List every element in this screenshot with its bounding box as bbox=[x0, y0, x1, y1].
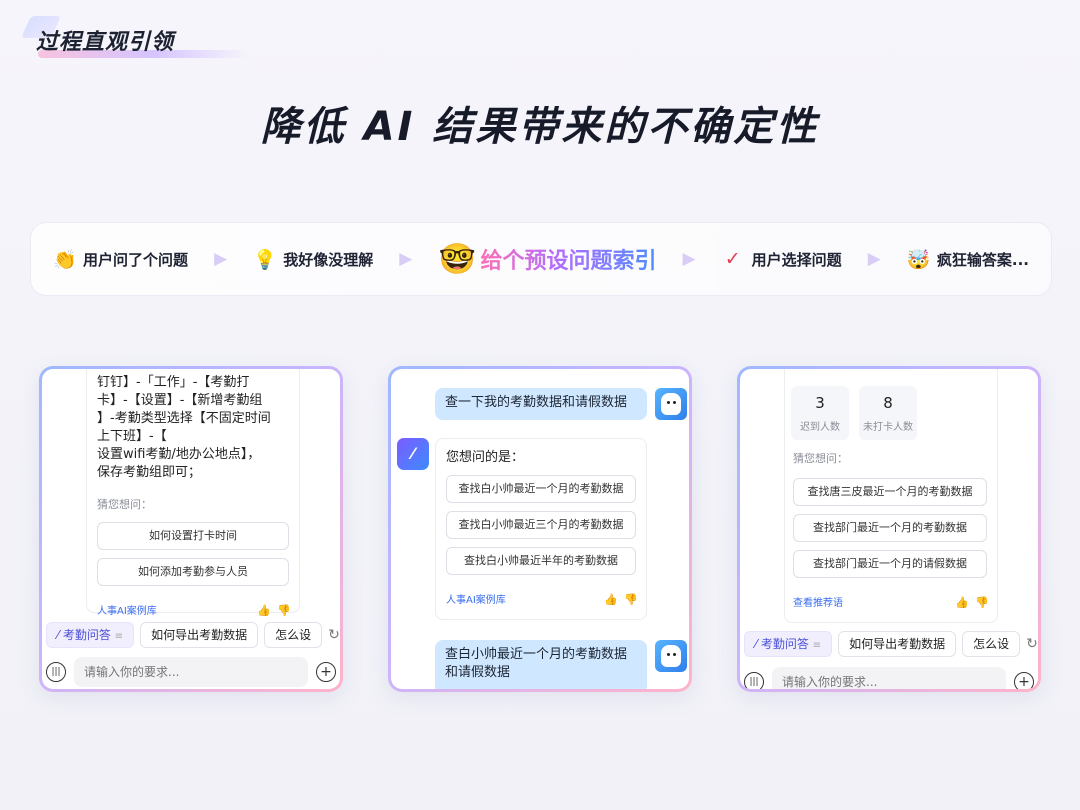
chip-how-to-set[interactable]: 怎么设 bbox=[264, 622, 323, 648]
step-label-highlight: 给个预设问题索引 bbox=[480, 243, 656, 275]
arrow-right-icon: ▶ bbox=[682, 249, 696, 269]
answer-line: 钉钉】-「工作」-【考勤打 bbox=[97, 375, 250, 390]
arrow-right-icon: ▶ bbox=[214, 249, 228, 269]
clap-icon: 👏 bbox=[53, 248, 77, 271]
thumbs-up-icon[interactable]: 👍 bbox=[257, 604, 271, 617]
answer-line: 卡】-【设置】-【新增考勤组 bbox=[97, 393, 263, 408]
step-user-asked: 👏 用户问了个问题 bbox=[53, 248, 188, 271]
thumbs-up-icon[interactable]: 👍 bbox=[955, 596, 969, 609]
user-avatar bbox=[655, 640, 687, 672]
step-label: 疯狂输答案... bbox=[936, 250, 1029, 269]
suggestion-button[interactable]: 查找白小帅最近三个月的考勤数据 bbox=[446, 511, 636, 539]
answer-line: 设置wifi考勤/地办公地点】， bbox=[97, 447, 261, 462]
nerd-face-icon: 🤓 bbox=[438, 241, 476, 277]
refresh-icon[interactable]: ↻ bbox=[328, 627, 340, 643]
lightbulb-icon: 💡 bbox=[253, 248, 277, 271]
step-label: 用户选择问题 bbox=[751, 250, 842, 269]
chip-export-attendance[interactable]: 如何导出考勤数据 bbox=[838, 631, 957, 657]
phone-card-1: 钉钉】-「工作」-【考勤打 卡】-【设置】-【新增考勤组 】-考勤类型选择【不固… bbox=[39, 366, 343, 692]
user-message-bubble: 查白小帅最近一个月的考勤数据和请假数据 bbox=[435, 640, 647, 689]
stat-missed-punch-count: 8 未打卡人数 bbox=[859, 386, 917, 440]
quick-question-bar: ⁄ 考勤问答 ≡ 如何导出考勤数据 怎么设 ↻ bbox=[46, 622, 340, 648]
ai-answer-panel: 您想问的是： 查找白小帅最近一个月的考勤数据 查找白小帅最近三个月的考勤数据 查… bbox=[435, 438, 647, 620]
page-headline: 降低 AI 结果带来的不确定性 bbox=[260, 104, 820, 150]
chip-export-attendance[interactable]: 如何导出考勤数据 bbox=[140, 622, 259, 648]
chat-input-bar: ||| + bbox=[46, 657, 336, 687]
suggestion-button[interactable]: 如何添加考勤参与人员 bbox=[97, 558, 289, 586]
chat-input-bar: ||| + bbox=[744, 667, 1034, 689]
chip-attendance-qa[interactable]: ⁄ 考勤问答 ≡ bbox=[46, 622, 135, 648]
plus-icon[interactable]: + bbox=[316, 662, 336, 682]
voice-icon[interactable]: ||| bbox=[744, 672, 764, 689]
suggestion-button[interactable]: 查找部门最近一个月的请假数据 bbox=[793, 550, 987, 578]
phone-card-3: 3 迟到人数 8 未打卡人数 猜您想问： 查找唐三皮最近一个月的考勤数据 查找部… bbox=[737, 366, 1041, 692]
exploding-head-icon: 🤯 bbox=[906, 248, 931, 271]
ai-intro-text: 您想问的是： bbox=[446, 450, 525, 465]
thumbs-down-icon[interactable]: 👎 bbox=[277, 604, 291, 617]
process-steps-bar: 👏 用户问了个问题 ▶ 💡 我好像没理解 ▶ 🤓 给个预设问题索引 ▶ ✓ 用户… bbox=[30, 222, 1052, 296]
ai-answer-panel: 3 迟到人数 8 未打卡人数 猜您想问： 查找唐三皮最近一个月的考勤数据 查找部… bbox=[784, 369, 998, 623]
step-user-select: ✓ 用户选择问题 bbox=[722, 248, 842, 270]
chat-input[interactable] bbox=[74, 657, 308, 687]
step-preset-index: 🤓 给个预设问题索引 bbox=[438, 242, 656, 277]
answer-line: 】-考勤类型选择【不固定时间 bbox=[97, 411, 271, 426]
stat-late-count: 3 迟到人数 bbox=[791, 386, 849, 440]
guess-label: 猜您想问： bbox=[97, 498, 152, 511]
section-tag-text: 过程直观引领 bbox=[36, 30, 175, 55]
section-tag: 过程直观引领 bbox=[20, 14, 248, 64]
user-avatar bbox=[655, 388, 687, 420]
suggestion-button[interactable]: 查找部门最近一个月的考勤数据 bbox=[793, 514, 987, 542]
arrow-right-icon: ▶ bbox=[399, 249, 413, 269]
chat-input[interactable] bbox=[772, 667, 1006, 689]
phone-card-2: 查一下我的考勤数据和请假数据 ⁄ 您想问的是： 查找白小帅最近一个月的考勤数据 … bbox=[388, 366, 692, 692]
quick-question-bar: ⁄ 考勤问答 ≡ 如何导出考勤数据 怎么设 ↻ bbox=[744, 631, 1038, 657]
arrow-right-icon: ▶ bbox=[867, 249, 881, 269]
suggestion-button[interactable]: 查找白小帅最近半年的考勤数据 bbox=[446, 547, 636, 575]
suggestion-button[interactable]: 如何设置打卡时间 bbox=[97, 522, 289, 550]
guess-label: 猜您想问： bbox=[793, 452, 848, 465]
step-not-understood: 💡 我好像没理解 bbox=[253, 248, 373, 271]
suggestion-button[interactable]: 查找唐三皮最近一个月的考勤数据 bbox=[793, 478, 987, 506]
step-label: 用户问了个问题 bbox=[83, 250, 189, 269]
case-library-link[interactable]: 人事AI案例库 bbox=[446, 591, 506, 606]
plus-icon[interactable]: + bbox=[1014, 672, 1034, 689]
ai-answer-panel: 钉钉】-「工作」-【考勤打 卡】-【设置】-【新增考勤组 】-考勤类型选择【不固… bbox=[86, 369, 300, 617]
answer-line: 保存考勤组即可； bbox=[97, 465, 202, 480]
thumbs-down-icon[interactable]: 👎 bbox=[975, 596, 989, 609]
ai-assistant-icon: ⁄ bbox=[397, 438, 429, 470]
refresh-icon[interactable]: ↻ bbox=[1026, 636, 1038, 652]
menu-icon: ≡ bbox=[114, 631, 124, 642]
voice-icon[interactable]: ||| bbox=[46, 662, 66, 682]
thumbs-down-icon[interactable]: 👎 bbox=[624, 593, 638, 606]
menu-icon: ≡ bbox=[812, 640, 822, 651]
case-library-link[interactable]: 人事AI案例库 bbox=[97, 602, 157, 617]
checkmark-icon: ✓ bbox=[724, 248, 741, 270]
chip-how-to-set[interactable]: 怎么设 bbox=[962, 631, 1021, 657]
thumbs-up-icon[interactable]: 👍 bbox=[604, 593, 618, 606]
suggestion-button[interactable]: 查找白小帅最近一个月的考勤数据 bbox=[446, 475, 636, 503]
answer-line: 上下班】-【 bbox=[97, 429, 167, 444]
user-message-bubble: 查一下我的考勤数据和请假数据 bbox=[435, 388, 647, 420]
step-output-answer: 🤯 疯狂输答案... bbox=[907, 248, 1029, 271]
chip-attendance-qa[interactable]: ⁄ 考勤问答 ≡ bbox=[744, 631, 833, 657]
view-recommend-link[interactable]: 查看推荐语 bbox=[793, 594, 843, 609]
step-label: 我好像没理解 bbox=[283, 250, 374, 269]
